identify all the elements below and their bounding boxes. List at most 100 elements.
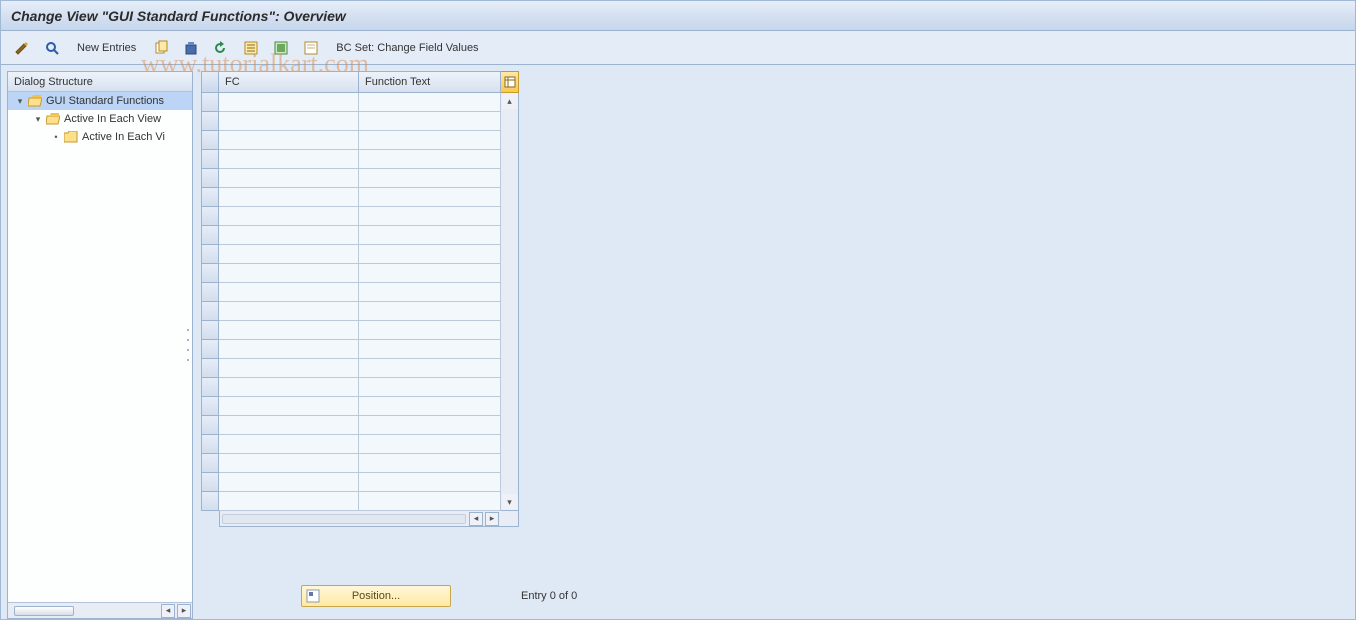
delete-button[interactable]: [178, 37, 204, 59]
table-row[interactable]: [219, 378, 501, 397]
table-body[interactable]: [219, 93, 501, 511]
table-row[interactable]: [219, 131, 501, 150]
bc-set-button[interactable]: BC Set: Change Field Values: [328, 37, 486, 59]
row-selector[interactable]: [201, 340, 219, 359]
scroll-up-button[interactable]: ▴: [502, 93, 518, 109]
cell-function-text[interactable]: [359, 397, 501, 416]
cell-function-text[interactable]: [359, 188, 501, 207]
table-row[interactable]: [219, 226, 501, 245]
cell-fc[interactable]: [219, 226, 359, 245]
cell-function-text[interactable]: [359, 207, 501, 226]
table-row[interactable]: [219, 150, 501, 169]
table-row[interactable]: [219, 302, 501, 321]
row-selector[interactable]: [201, 492, 219, 511]
cell-function-text[interactable]: [359, 435, 501, 454]
cell-fc[interactable]: [219, 131, 359, 150]
cell-function-text[interactable]: [359, 131, 501, 150]
cell-function-text[interactable]: [359, 473, 501, 492]
table-vertical-scrollbar[interactable]: ▴ ▾: [501, 93, 519, 511]
row-selector[interactable]: [201, 473, 219, 492]
row-selector[interactable]: [201, 93, 219, 112]
table-row[interactable]: [219, 416, 501, 435]
expand-icon[interactable]: ▾: [32, 113, 44, 125]
tree-node[interactable]: •Active In Each Vi: [8, 128, 192, 146]
cell-fc[interactable]: [219, 169, 359, 188]
copy-as-button[interactable]: [148, 37, 174, 59]
cell-function-text[interactable]: [359, 112, 501, 131]
cell-fc[interactable]: [219, 112, 359, 131]
row-selector[interactable]: [201, 226, 219, 245]
row-selector[interactable]: [201, 378, 219, 397]
expand-icon[interactable]: ▾: [14, 95, 26, 107]
table-row[interactable]: [219, 264, 501, 283]
bullet-icon[interactable]: •: [50, 131, 62, 143]
row-selector[interactable]: [201, 131, 219, 150]
cell-fc[interactable]: [219, 321, 359, 340]
tree-scroll-right-button[interactable]: ▸: [177, 604, 191, 618]
row-selector[interactable]: [201, 397, 219, 416]
deselect-all-button[interactable]: [298, 37, 324, 59]
cell-fc[interactable]: [219, 150, 359, 169]
cell-function-text[interactable]: [359, 283, 501, 302]
table-row[interactable]: [219, 454, 501, 473]
table-row[interactable]: [219, 112, 501, 131]
cell-fc[interactable]: [219, 264, 359, 283]
cell-fc[interactable]: [219, 245, 359, 264]
cell-fc[interactable]: [219, 207, 359, 226]
row-selector[interactable]: [201, 264, 219, 283]
toggle-display-change-button[interactable]: [9, 37, 35, 59]
scroll-left-button[interactable]: ◂: [469, 512, 483, 526]
row-selector[interactable]: [201, 150, 219, 169]
cell-function-text[interactable]: [359, 416, 501, 435]
tree-node[interactable]: ▾Active In Each View: [8, 110, 192, 128]
row-selector[interactable]: [201, 245, 219, 264]
row-selector[interactable]: [201, 112, 219, 131]
row-selector[interactable]: [201, 321, 219, 340]
dialog-structure-tree[interactable]: ▾GUI Standard Functions▾Active In Each V…: [8, 92, 192, 602]
cell-fc[interactable]: [219, 492, 359, 511]
panel-resize-handle[interactable]: [187, 325, 193, 365]
column-header-function-text[interactable]: Function Text: [359, 71, 501, 93]
new-entries-button[interactable]: New Entries: [69, 37, 144, 59]
table-row[interactable]: [219, 169, 501, 188]
cell-fc[interactable]: [219, 283, 359, 302]
row-selector[interactable]: [201, 169, 219, 188]
cell-function-text[interactable]: [359, 321, 501, 340]
cell-fc[interactable]: [219, 454, 359, 473]
row-selector[interactable]: [201, 435, 219, 454]
cell-function-text[interactable]: [359, 245, 501, 264]
cell-function-text[interactable]: [359, 340, 501, 359]
tree-node[interactable]: ▾GUI Standard Functions: [8, 92, 192, 110]
table-row[interactable]: [219, 492, 501, 511]
find-button[interactable]: [39, 37, 65, 59]
row-selector[interactable]: [201, 302, 219, 321]
cell-fc[interactable]: [219, 188, 359, 207]
table-row[interactable]: [219, 207, 501, 226]
cell-function-text[interactable]: [359, 492, 501, 511]
tree-scroll-left-button[interactable]: ◂: [161, 604, 175, 618]
cell-function-text[interactable]: [359, 150, 501, 169]
table-config-button[interactable]: [501, 71, 519, 93]
cell-function-text[interactable]: [359, 454, 501, 473]
scroll-right-button[interactable]: ▸: [485, 512, 499, 526]
tree-scrollbar-thumb[interactable]: [14, 606, 74, 616]
cell-function-text[interactable]: [359, 169, 501, 188]
position-button[interactable]: Position...: [301, 585, 451, 607]
row-selector[interactable]: [201, 283, 219, 302]
table-row[interactable]: [219, 359, 501, 378]
table-row[interactable]: [219, 435, 501, 454]
tree-horizontal-scrollbar[interactable]: ◂ ▸: [8, 602, 192, 618]
cell-fc[interactable]: [219, 435, 359, 454]
cell-fc[interactable]: [219, 378, 359, 397]
cell-fc[interactable]: [219, 93, 359, 112]
row-selector[interactable]: [201, 188, 219, 207]
table-row[interactable]: [219, 188, 501, 207]
table-row[interactable]: [219, 397, 501, 416]
cell-function-text[interactable]: [359, 302, 501, 321]
cell-function-text[interactable]: [359, 93, 501, 112]
table-row[interactable]: [219, 283, 501, 302]
undo-button[interactable]: [208, 37, 234, 59]
row-selector[interactable]: [201, 359, 219, 378]
cell-fc[interactable]: [219, 397, 359, 416]
cell-function-text[interactable]: [359, 378, 501, 397]
